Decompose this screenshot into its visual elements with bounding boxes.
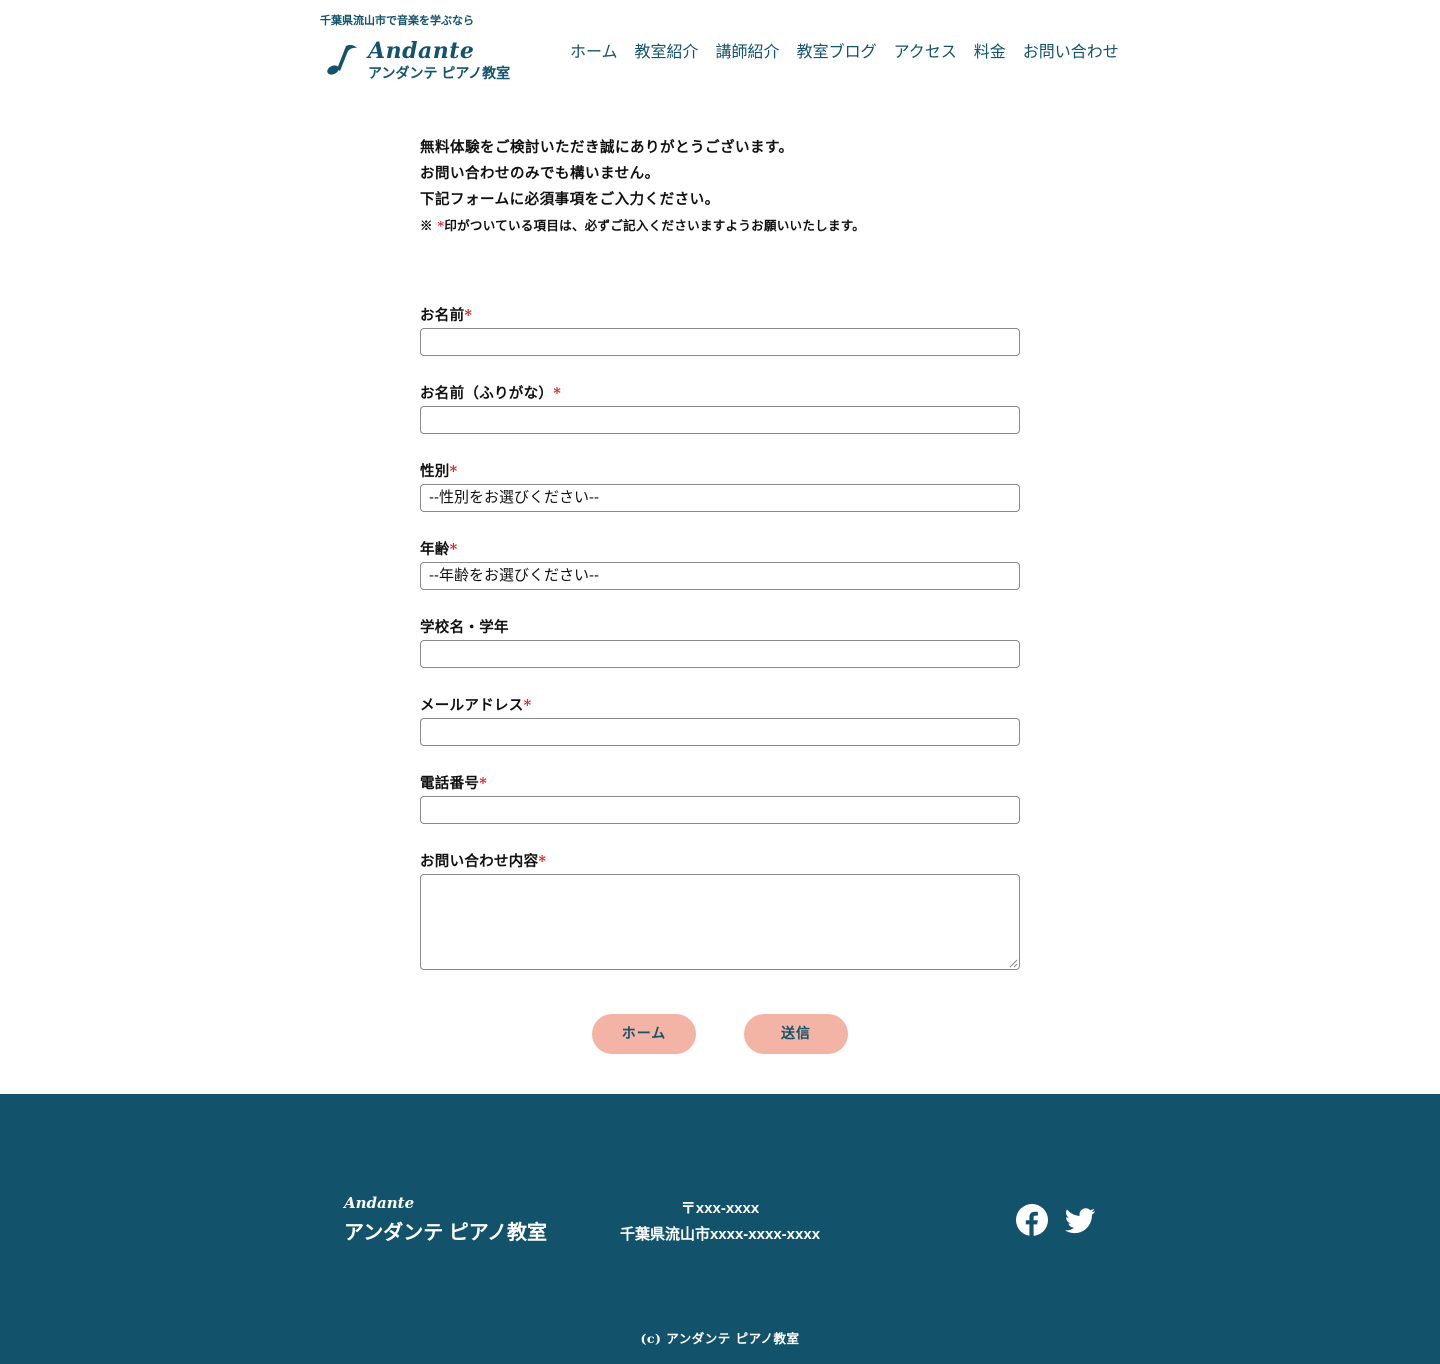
site-header: 千葉県流山市で音楽を学ぶなら Andante アンダンテ ピアノ教室 ホーム 教… xyxy=(0,0,1440,100)
nav-teachers[interactable]: 講師紹介 xyxy=(716,38,780,62)
footer-brand-jp: アンダンテ ピアノ教室 xyxy=(344,1222,547,1244)
intro-line-2: お問い合わせのみでも構いません。 xyxy=(420,165,660,182)
site-logo[interactable]: Andante アンダンテ ピアノ教室 xyxy=(322,38,552,88)
phone-input[interactable] xyxy=(420,796,1020,824)
note-text: 印がついている項目は、必ずご記入くださいますようお願いいたします。 xyxy=(444,218,866,233)
nav-blog[interactable]: 教室ブログ xyxy=(797,38,877,62)
social-links xyxy=(1016,1204,1112,1236)
facebook-icon[interactable] xyxy=(1016,1204,1048,1236)
email-input[interactable] xyxy=(420,718,1020,746)
nav-contact[interactable]: お問い合わせ xyxy=(1023,38,1119,62)
field-school: 学校名・学年 xyxy=(420,616,1020,694)
street-address: 千葉県流山市xxxx-xxxx-xxxx xyxy=(619,1226,821,1243)
contact-form: お名前* お名前（ふりがな）* 性別* --性別をお選びください-- 年齢* -… xyxy=(420,304,1020,970)
field-email: メールアドレス* xyxy=(420,694,1020,772)
phone-label: 電話番号* xyxy=(420,775,488,792)
age-select[interactable]: --年齢をお選びください-- xyxy=(420,562,1020,590)
message-textarea[interactable] xyxy=(420,874,1020,970)
kana-label: お名前（ふりがな）* xyxy=(420,385,562,402)
intro-text: 無料体験をご検討いただき誠にありがとうございます。 お問い合わせのみでも構いませ… xyxy=(420,135,1040,237)
required-note: ※ *印がついている項目は、必ずご記入くださいますようお願いいたします。 xyxy=(420,215,1040,237)
field-message: お問い合わせ内容* xyxy=(420,850,1020,970)
logo-brand: Andante xyxy=(368,38,475,64)
form-buttons: ホーム 送信 xyxy=(592,1014,848,1054)
name-label: お名前* xyxy=(420,307,473,324)
age-label: 年齢* xyxy=(420,541,458,558)
field-name: お名前* xyxy=(420,304,1020,382)
field-age: 年齢* --年齢をお選びください-- xyxy=(420,538,1020,616)
nav-about[interactable]: 教室紹介 xyxy=(635,38,699,62)
school-label: 学校名・学年 xyxy=(420,619,509,636)
twitter-icon[interactable] xyxy=(1064,1204,1096,1236)
send-button[interactable]: 送信 xyxy=(744,1014,848,1054)
resize-handle-icon[interactable] xyxy=(1009,959,1018,968)
email-label: メールアドレス* xyxy=(420,697,532,714)
footer-address: 〒xxx-xxxx 千葉県流山市xxxx-xxxx-xxxx xyxy=(580,1196,860,1248)
intro-line-3: 下記フォームに必須事項をご入力ください。 xyxy=(420,191,720,208)
postal-code: 〒xxx-xxxx xyxy=(680,1200,760,1217)
gender-select[interactable]: --性別をお選びください-- xyxy=(420,484,1020,512)
kana-input[interactable] xyxy=(420,406,1020,434)
site-tagline: 千葉県流山市で音楽を学ぶなら xyxy=(320,15,474,27)
gender-label: 性別* xyxy=(420,463,458,480)
field-gender: 性別* --性別をお選びください-- xyxy=(420,460,1020,538)
music-note-icon xyxy=(327,44,357,75)
school-input[interactable] xyxy=(420,640,1020,668)
main-nav: ホーム 教室紹介 講師紹介 教室ブログ アクセス 料金 お問い合わせ xyxy=(570,38,1119,62)
note-prefix: ※ xyxy=(420,218,433,233)
home-button[interactable]: ホーム xyxy=(592,1014,696,1054)
footer-brand: Andante xyxy=(344,1194,415,1212)
intro-line-1: 無料体験をご検討いただき誠にありがとうございます。 xyxy=(420,139,794,156)
field-kana: お名前（ふりがな）* xyxy=(420,382,1020,460)
field-phone: 電話番号* xyxy=(420,772,1020,850)
name-input[interactable] xyxy=(420,328,1020,356)
footer-logo[interactable]: Andante アンダンテ ピアノ教室 xyxy=(344,1194,547,1245)
copyright: (c) アンダンテ ピアノ教室 xyxy=(640,1331,800,1346)
nav-home[interactable]: ホーム xyxy=(570,38,618,62)
site-footer: Andante アンダンテ ピアノ教室 〒xxx-xxxx 千葉県流山市xxxx… xyxy=(0,1094,1440,1364)
nav-pricing[interactable]: 料金 xyxy=(974,38,1006,62)
nav-access[interactable]: アクセス xyxy=(894,38,957,62)
message-label: お問い合わせ内容* xyxy=(420,853,547,870)
logo-brand-jp: アンダンテ ピアノ教室 xyxy=(368,65,511,81)
